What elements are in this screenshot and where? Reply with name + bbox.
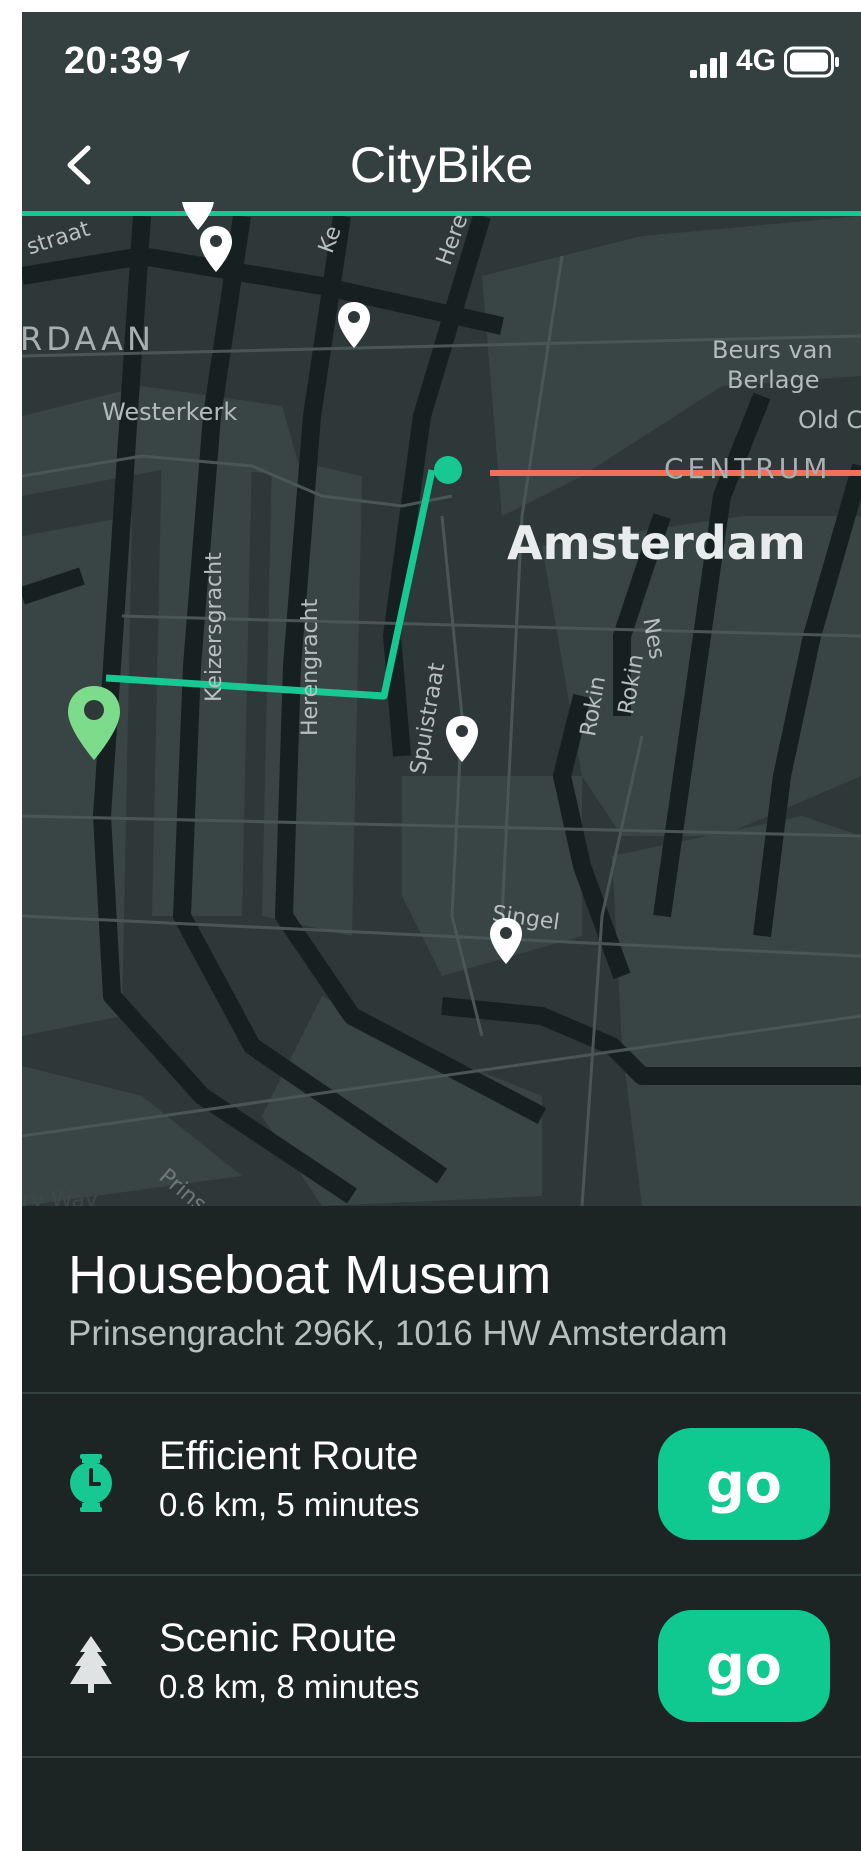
stopwatch-icon xyxy=(70,1454,112,1512)
map-label-old-church: Old Cl xyxy=(798,406,861,434)
map-label-centrum: CENTRUM xyxy=(664,452,832,485)
go-button-scenic[interactable]: go xyxy=(658,1610,830,1722)
app-screen: 20:39 4G CityBike straat RDAAN Westerker… xyxy=(22,12,861,1851)
cellular-signal-icon xyxy=(690,52,727,78)
destination-name: Houseboat Museum xyxy=(68,1245,552,1305)
route-name: Efficient Route xyxy=(159,1434,419,1478)
route-name: Scenic Route xyxy=(159,1616,397,1660)
destination-address: Prinsengracht 296K, 1016 HW Amsterdam xyxy=(68,1314,728,1353)
status-bar: 20:39 4G xyxy=(22,12,861,112)
map-pin-icon[interactable] xyxy=(488,916,524,966)
status-time: 20:39 xyxy=(64,40,164,82)
route-detail: 0.6 km, 5 minutes xyxy=(159,1486,420,1523)
divider xyxy=(22,1756,861,1758)
tree-icon xyxy=(70,1636,112,1693)
map-pin-icon[interactable] xyxy=(336,300,372,350)
map-label-jordaan: RDAAN xyxy=(22,320,155,358)
route-option-scenic[interactable]: Scenic Route 0.8 km, 8 minutes go xyxy=(22,1576,861,1756)
map-label-berlage: Berlage xyxy=(727,366,820,394)
route-option-efficient[interactable]: Efficient Route 0.6 km, 5 minutes go xyxy=(22,1394,861,1574)
network-type: 4G xyxy=(736,44,777,77)
map-label-beurs: Beurs van xyxy=(712,336,833,364)
map-label-amsterdam: Amsterdam xyxy=(507,516,806,570)
go-button-efficient[interactable]: go xyxy=(658,1428,830,1540)
start-location-pin-icon[interactable] xyxy=(66,684,122,762)
map-label-westerkerk: Westerkerk xyxy=(102,398,238,426)
map-label-herengracht: Herengracht xyxy=(298,598,323,736)
map-pin-icon[interactable] xyxy=(444,714,480,764)
map-label-keizersgracht: Keizersgracht xyxy=(202,552,227,702)
location-arrow-icon xyxy=(166,50,190,74)
navigation-bar: CityBike xyxy=(22,112,861,216)
battery-full-icon xyxy=(784,46,839,78)
destination-sheet: Houseboat Museum Prinsengracht 296K, 101… xyxy=(22,1206,861,1851)
route-detail: 0.8 km, 8 minutes xyxy=(159,1668,420,1705)
map-pin-icon[interactable] xyxy=(180,202,216,232)
map-view[interactable]: straat RDAAN Westerkerk Beurs van Berlag… xyxy=(22,202,861,1235)
page-title: CityBike xyxy=(349,137,534,193)
